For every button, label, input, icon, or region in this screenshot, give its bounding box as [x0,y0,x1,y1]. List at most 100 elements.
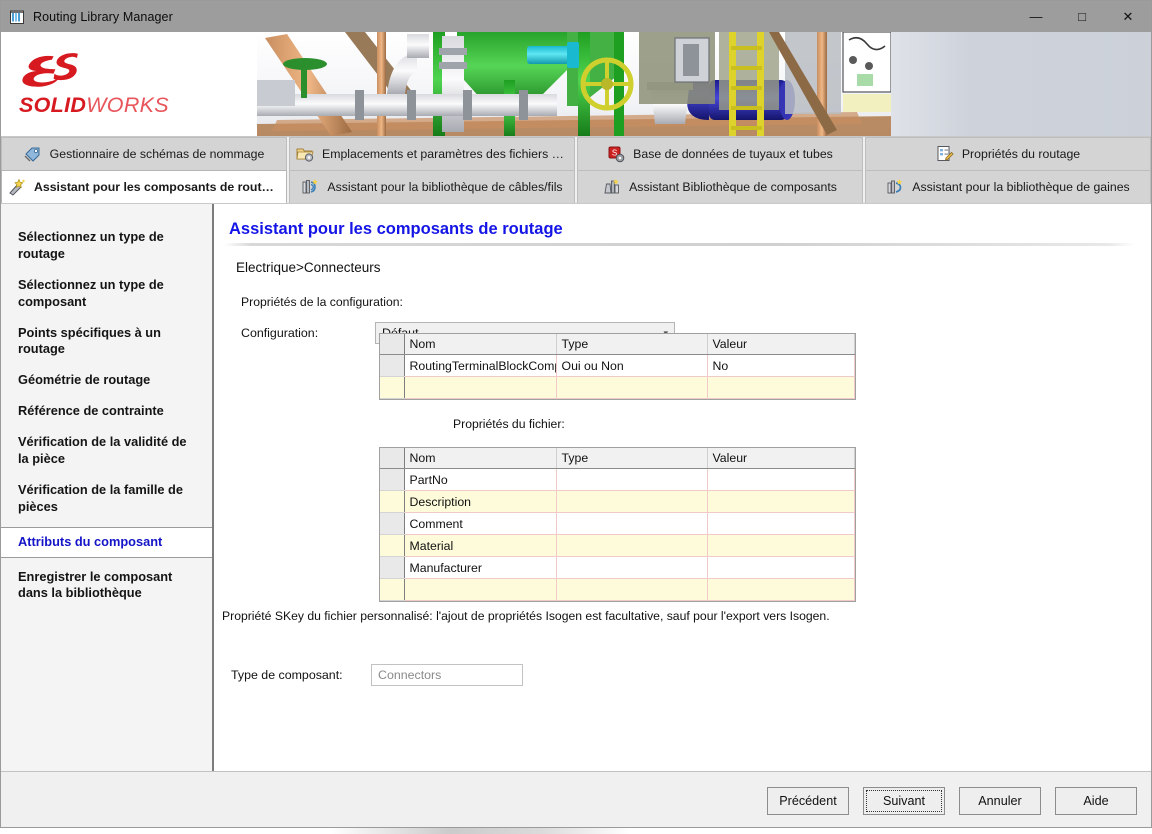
tab-pipe-tube-database[interactable]: S Base de données de tuyaux et tubes [577,137,863,170]
row-selector[interactable] [380,468,405,491]
column-header-name[interactable]: Nom [404,448,557,469]
solidworks-wordmark: SOLIDWORKS [19,92,169,117]
sidebar-item-mate-reference[interactable]: Référence de contrainte [1,396,212,427]
table-row[interactable]: RoutingTerminalBlockComp Oui ou Non No [380,354,855,377]
file-properties-table[interactable]: Nom Type Valeur PartNo Description Comme… [379,447,856,602]
cell-type[interactable]: Oui ou Non [556,354,708,377]
cell-name[interactable] [404,376,557,399]
tab-label: Propriétés du routage [961,147,1081,161]
cell-value[interactable] [707,578,855,601]
cell-name[interactable]: Manufacturer [404,556,557,579]
cell-type[interactable] [556,556,708,579]
tab-cable-wire-library-wizard[interactable]: Assistant pour la bibliothèque de câbles… [289,170,575,203]
cell-type[interactable] [556,468,708,491]
cancel-button[interactable]: Annuler [959,786,1041,815]
cell-name[interactable]: Comment [404,512,557,535]
component-type-value: Connectors [378,668,442,682]
window-title: Routing Library Manager [33,9,173,24]
row-selector[interactable] [380,556,405,579]
table-row-new[interactable] [380,578,855,601]
tab-label: Gestionnaire de schémas de nommage [49,147,265,161]
next-button[interactable]: Suivant [863,786,945,815]
routing-library-icon [9,9,25,25]
maximize-button[interactable]: □ [1059,1,1105,32]
cell-name[interactable]: RoutingTerminalBlockComp [404,354,557,377]
sidebar-item-select-routing-type[interactable]: Sélectionnez un type de routage [1,222,212,270]
row-selector[interactable] [380,512,405,535]
column-header-value[interactable]: Valeur [707,448,855,469]
sidebar-item-save-component-library[interactable]: Enregistrer le composant dans la bibliot… [1,562,212,610]
configuration-label: Configuration: [241,326,319,340]
column-header-type[interactable]: Type [556,448,708,469]
ds-logo-icon [22,52,78,87]
sidebar-item-select-component-type[interactable]: Sélectionnez un type de composant [1,270,212,318]
pipe-database-icon: S [607,145,625,163]
help-button[interactable]: Aide [1055,786,1137,815]
window-titlebar[interactable]: Routing Library Manager — □ ✕ [1,1,1151,32]
routing-properties-icon [936,145,954,163]
minimize-button[interactable]: — [1013,1,1059,32]
tab-naming-scheme-manager[interactable]: Gestionnaire de schémas de nommage [1,137,287,170]
window-drop-shadow [0,828,1152,834]
table-row[interactable]: Manufacturer [380,556,855,579]
cell-type[interactable] [556,376,708,399]
row-selector[interactable] [380,354,405,377]
previous-button[interactable]: Précédent [767,786,849,815]
column-header-type[interactable]: Type [556,334,708,355]
column-header-name[interactable]: Nom [404,334,557,355]
configuration-properties-table[interactable]: Nom Type Valeur RoutingTerminalBlockComp… [379,333,856,400]
cell-type[interactable] [556,490,708,513]
component-type-input[interactable]: Connectors [371,664,523,686]
sidebar-item-routing-geometry[interactable]: Géométrie de routage [1,365,212,396]
cell-value[interactable]: No [707,354,855,377]
cell-value[interactable] [707,534,855,557]
table-row-new[interactable] [380,376,855,399]
sidebar-item-routing-points[interactable]: Points spécifiques à un routage [1,318,212,366]
close-button[interactable]: ✕ [1105,1,1151,32]
sidebar-item-part-validity-check[interactable]: Vérification de la validité de la pièce [1,427,212,475]
tab-label: Assistant pour les composants de routage [34,180,280,194]
row-selector[interactable] [380,376,405,399]
row-selector[interactable] [380,534,405,557]
wizard-footer: Précédent Suivant Annuler Aide [1,771,1151,827]
cell-name[interactable]: Material [404,534,557,557]
table-row[interactable]: Comment [380,512,855,535]
page-title: Assistant pour les composants de routage [229,220,563,238]
piping-assembly-render [253,32,899,136]
cell-type[interactable] [556,512,708,535]
table-header-row: Nom Type Valeur [380,448,855,469]
tab-routing-properties[interactable]: Propriétés du routage [865,137,1151,170]
table-row[interactable]: Description [380,490,855,513]
column-header-value[interactable]: Valeur [707,334,855,355]
conduit-library-icon [886,178,904,196]
sidebar-item-part-family-check[interactable]: Vérification de la famille de pièces [1,475,212,523]
cell-name[interactable] [404,578,557,601]
breadcrumb: Electrique>Connecteurs [236,260,381,275]
tab-routing-component-wizard[interactable]: Assistant pour les composants de routage [1,170,287,203]
row-selector-header [380,334,405,355]
cable-library-icon [301,178,319,196]
routing-library-manager-window: Routing Library Manager — □ ✕ SOLIDWORKS… [0,0,1152,828]
row-selector-header [380,448,405,469]
cell-name[interactable]: PartNo [404,468,557,491]
tab-row-primary: Gestionnaire de schémas de nommage Empla… [1,137,1151,170]
tab-label: Assistant Bibliothèque de composants [629,180,837,194]
tab-label: Emplacements et paramètres des fichiers … [322,147,568,161]
table-row[interactable]: PartNo [380,468,855,491]
table-header-row: Nom Type Valeur [380,334,855,355]
cell-value[interactable] [707,490,855,513]
cell-type[interactable] [556,534,708,557]
cell-value[interactable] [707,512,855,535]
table-row[interactable]: Material [380,534,855,557]
cell-type[interactable] [556,578,708,601]
cell-name[interactable]: Description [404,490,557,513]
tab-conduit-library-wizard[interactable]: Assistant pour la bibliothèque de gaines [865,170,1151,203]
row-selector[interactable] [380,578,405,601]
cell-value[interactable] [707,556,855,579]
tab-component-library-wizard[interactable]: Assistant Bibliothèque de composants [577,170,863,203]
row-selector[interactable] [380,490,405,513]
cell-value[interactable] [707,376,855,399]
sidebar-item-component-attributes[interactable]: Attributs du composant [1,526,212,558]
tab-file-locations-settings[interactable]: Emplacements et paramètres des fichiers … [289,137,575,170]
cell-value[interactable] [707,468,855,491]
